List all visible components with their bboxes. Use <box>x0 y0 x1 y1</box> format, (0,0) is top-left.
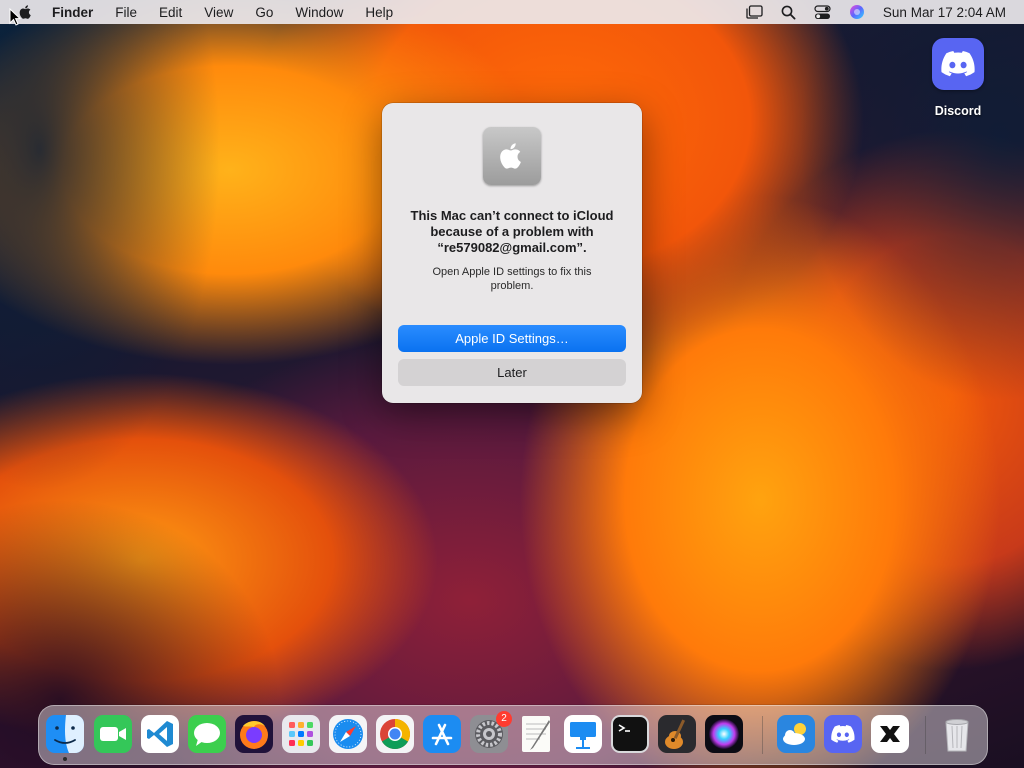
stage-manager-icon[interactable] <box>745 5 763 19</box>
facetime-icon <box>94 715 132 753</box>
dock-item-textedit[interactable] <box>516 714 556 754</box>
menubar-clock[interactable]: Sun Mar 17 2:04 AM <box>883 5 1006 20</box>
dock-item-terminal[interactable] <box>610 714 650 754</box>
search-icon[interactable] <box>781 5 796 20</box>
dock-item-firefox[interactable] <box>234 714 274 754</box>
notification-badge: 2 <box>496 711 512 727</box>
dock: 2 <box>38 705 988 765</box>
dock-item-vscode[interactable] <box>140 714 180 754</box>
dock-item-facetime[interactable] <box>93 714 133 754</box>
trash-icon <box>945 719 969 752</box>
discord-icon <box>932 38 984 90</box>
keynote-icon <box>564 715 602 753</box>
siri-icon[interactable] <box>849 4 865 20</box>
dock-item-finder[interactable] <box>45 714 85 754</box>
menu-go[interactable]: Go <box>255 5 273 20</box>
dock-item-garageband[interactable] <box>657 714 697 754</box>
dock-item-trash[interactable] <box>937 714 977 754</box>
apple-logo-icon <box>483 127 541 185</box>
app-store-icon <box>423 715 461 753</box>
menu-view[interactable]: View <box>204 5 233 20</box>
dock-item-app-store[interactable] <box>422 714 462 754</box>
dock-item-system-preferences[interactable]: 2 <box>469 711 512 754</box>
menu-help[interactable]: Help <box>365 5 393 20</box>
menu-edit[interactable]: Edit <box>159 5 182 20</box>
siri-icon <box>705 715 743 753</box>
dock-item-messages[interactable] <box>187 714 227 754</box>
dock-separator <box>762 716 763 754</box>
dock-item-siri[interactable] <box>704 714 744 754</box>
desktop-icon-discord[interactable]: Discord <box>926 38 990 118</box>
menu-bar: Finder File Edit View Go Window Help Sun… <box>0 0 1024 24</box>
dock-item-capcut[interactable] <box>870 714 910 754</box>
mouse-cursor-icon <box>9 8 21 26</box>
menu-file[interactable]: File <box>115 5 137 20</box>
terminal-icon <box>611 715 649 753</box>
garageband-icon <box>658 715 696 753</box>
vscode-icon <box>141 715 179 753</box>
control-center-icon[interactable] <box>814 4 831 20</box>
dock-item-discord[interactable] <box>823 714 863 754</box>
dock-item-chrome[interactable] <box>375 714 415 754</box>
dock-item-keynote[interactable] <box>563 714 603 754</box>
later-button[interactable]: Later <box>398 359 626 386</box>
capcut-icon <box>871 715 909 753</box>
alert-informative-text: Open Apple ID settings to fix this probl… <box>432 266 592 292</box>
running-indicator <box>63 757 67 761</box>
dock-item-safari[interactable] <box>328 714 368 754</box>
safari-icon <box>329 715 367 753</box>
discord-icon <box>824 715 862 753</box>
menu-window[interactable]: Window <box>295 5 343 20</box>
menu-app-finder[interactable]: Finder <box>52 5 93 20</box>
dock-separator <box>925 716 926 754</box>
textedit-icon <box>522 716 550 752</box>
desktop-icon-label: Discord <box>934 104 982 118</box>
dock-item-launchpad[interactable] <box>281 714 321 754</box>
chrome-icon <box>376 715 414 753</box>
firefox-icon <box>235 715 273 753</box>
weather-icon <box>777 715 815 753</box>
icloud-alert-dialog: This Mac can’t connect to iCloud because… <box>382 103 642 403</box>
dock-item-weather[interactable] <box>776 714 816 754</box>
messages-icon <box>188 715 226 753</box>
launchpad-icon <box>282 715 320 753</box>
alert-message: This Mac can’t connect to iCloud because… <box>410 208 614 255</box>
finder-icon <box>46 715 84 753</box>
menu-extras: Sun Mar 17 2:04 AM <box>745 0 1006 24</box>
apple-id-settings-button[interactable]: Apple ID Settings… <box>398 325 626 352</box>
